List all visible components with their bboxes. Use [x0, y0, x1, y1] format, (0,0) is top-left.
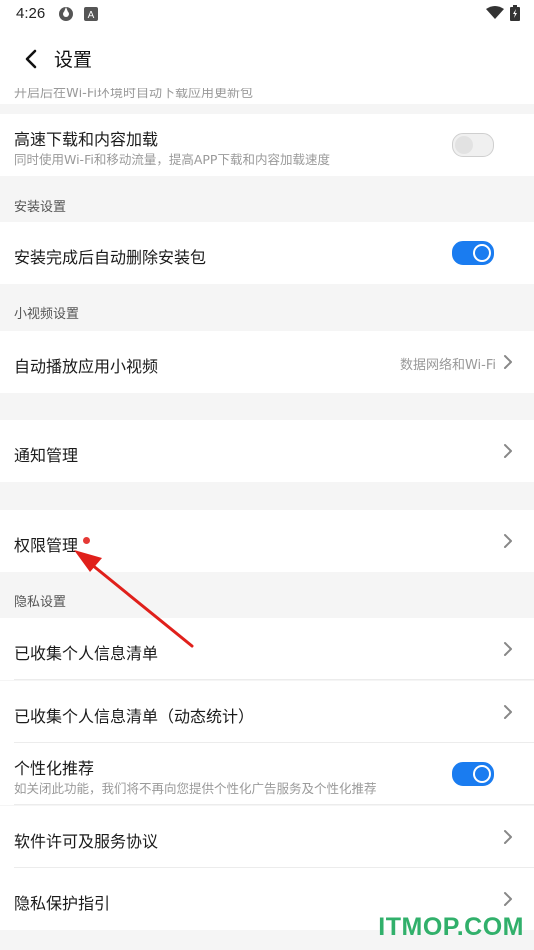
personalized-toggle[interactable] [452, 762, 494, 786]
settings-app-icon [59, 7, 73, 21]
back-button[interactable] [16, 44, 46, 74]
row-label: 高速下载和内容加载 [14, 130, 159, 149]
row-subtitle: 如关闭此功能，我们将不再向您提供个性化广告服务及个性化推荐 [14, 781, 377, 796]
row-label: 安装完成后自动删除安装包 [14, 248, 207, 267]
status-bar: 4:26 A [0, 0, 534, 28]
chevron-left-icon [25, 49, 37, 69]
a-icon: A [84, 7, 98, 21]
chevron-right-icon [504, 444, 512, 458]
previous-row-subtitle: 开启后在Wi-Fi环境时自动下载应用更新包 [0, 88, 534, 104]
row-label: 已收集个人信息清单（动态统计） [14, 707, 255, 726]
svg-text:A: A [88, 10, 95, 21]
collected-info-dynamic-row[interactable]: 已收集个人信息清单（动态统计） [0, 681, 534, 743]
autoplay-value: 数据网络和Wi-Fi [399, 358, 496, 373]
license-agreement-row[interactable]: 软件许可及服务协议 [0, 806, 534, 868]
row-label: 已收集个人信息清单 [14, 644, 159, 663]
page-title: 设置 [54, 49, 93, 71]
row-label: 权限管理 [14, 536, 79, 555]
row-label: 自动播放应用小视频 [14, 357, 159, 376]
app-header: 设置 [0, 28, 534, 88]
chevron-right-icon [504, 534, 512, 548]
toggle-knob [455, 136, 473, 154]
chevron-right-icon [504, 705, 512, 719]
chevron-right-icon [504, 642, 512, 656]
row-label: 软件许可及服务协议 [14, 832, 159, 851]
permission-management-row[interactable]: 权限管理 [0, 510, 534, 572]
battery-icon [510, 5, 520, 21]
toggle-dot [474, 766, 490, 782]
hispeed-toggle[interactable] [452, 133, 494, 157]
wifi-icon [486, 6, 504, 19]
autoplay-video-row[interactable]: 自动播放应用小视频 数据网络和Wi-Fi [0, 331, 534, 393]
notification-management-row[interactable]: 通知管理 [0, 420, 534, 482]
auto-delete-toggle[interactable] [452, 241, 494, 265]
status-time: 4:26 [16, 5, 46, 22]
new-badge-dot [83, 537, 90, 544]
chevron-right-icon [504, 355, 512, 369]
watermark: ITMOP.COM [378, 913, 524, 941]
row-divider [14, 679, 534, 680]
section-header-install: 安装设置 [14, 200, 67, 215]
section-header-video: 小视频设置 [14, 307, 80, 322]
row-divider [14, 804, 534, 805]
toggle-dot [474, 245, 490, 261]
section-header-privacy: 隐私设置 [14, 595, 67, 610]
row-subtitle: 同时使用Wi-Fi和移动流量，提高APP下载和内容加载速度 [14, 152, 330, 167]
chevron-right-icon [504, 892, 512, 906]
row-label: 个性化推荐 [14, 759, 95, 778]
row-label: 通知管理 [14, 446, 79, 465]
auto-delete-package-row[interactable]: 安装完成后自动删除安装包 [0, 222, 534, 284]
hispeed-download-row[interactable]: 高速下载和内容加载 同时使用Wi-Fi和移动流量，提高APP下载和内容加载速度 [0, 114, 534, 176]
row-label: 隐私保护指引 [14, 894, 111, 913]
personalized-recommend-row[interactable]: 个性化推荐 如关闭此功能，我们将不再向您提供个性化广告服务及个性化推荐 [0, 743, 534, 805]
collected-info-row[interactable]: 已收集个人信息清单 [0, 618, 534, 680]
chevron-right-icon [504, 830, 512, 844]
